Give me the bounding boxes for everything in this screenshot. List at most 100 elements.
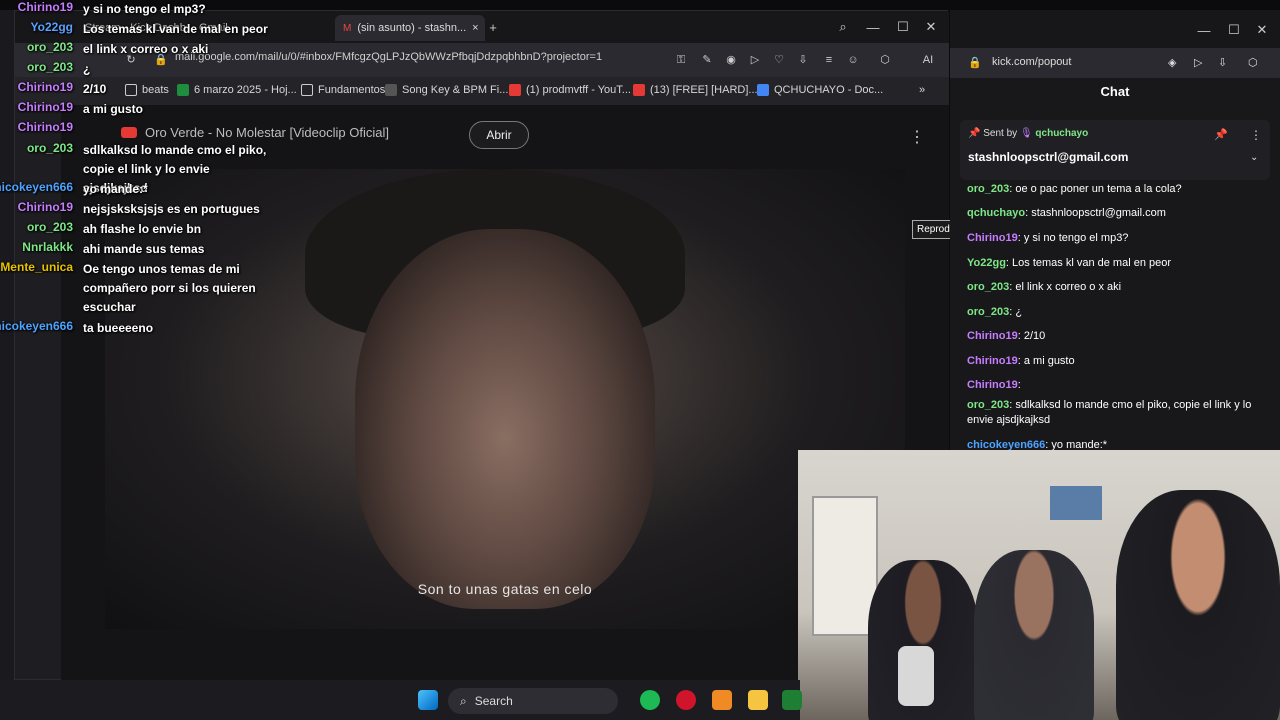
chat-text: el link x correo o x aki xyxy=(1015,281,1122,293)
overlay-chat-text: yo mande:* xyxy=(83,182,148,196)
cube-icon[interactable]: ⬡ xyxy=(1248,56,1258,69)
new-tab-icon[interactable]: + xyxy=(483,17,503,37)
download-icon[interactable]: ⇩ xyxy=(1218,56,1227,69)
file-explorer-icon[interactable] xyxy=(748,690,768,710)
taskbar-search[interactable]: ⌕ Search xyxy=(448,688,618,714)
bookmark-docs[interactable]: QCHUCHAYO - Doc... xyxy=(757,84,883,96)
windows-start-icon[interactable] xyxy=(418,690,438,710)
overlay-chat-username: oro_203 xyxy=(26,40,73,54)
minimize-icon[interactable]: — xyxy=(863,17,883,37)
close-icon[interactable]: ✕ xyxy=(1252,20,1272,40)
bookmark-songkey[interactable]: Song Key & BPM Fi... xyxy=(385,84,508,96)
chat-text: 2/10 xyxy=(1023,330,1046,342)
pin-icon: 📌 xyxy=(968,128,981,139)
chat-username[interactable]: Chirino19 xyxy=(967,355,1018,367)
overlay-chat-username: Chirino19 xyxy=(17,120,73,134)
site-icon xyxy=(385,84,397,96)
chat-username[interactable]: Chirino19 xyxy=(967,232,1018,244)
person-right xyxy=(1116,490,1280,720)
spotify-icon[interactable] xyxy=(640,690,660,710)
maximize-icon[interactable]: ☐ xyxy=(893,17,913,37)
chat-text: oe o pac poner un tema a la cola? xyxy=(1015,183,1182,195)
pinned-sent-by: Sent by xyxy=(983,128,1018,139)
bookmark-label: (13) [FREE] [HARD]... xyxy=(650,84,758,96)
unpin-icon[interactable]: 📌 xyxy=(1214,128,1228,141)
tab-label: (sin asunto) - stashn... xyxy=(357,22,467,34)
bookmark-fundamentos[interactable]: Fundamentos xyxy=(301,84,385,96)
chat-username[interactable]: chicokeyen666 xyxy=(967,439,1045,450)
overlay-chat-text: el link x correo o x aki xyxy=(83,42,209,56)
send-icon[interactable]: ▷ xyxy=(1194,56,1202,69)
cube-icon[interactable]: ⬡ xyxy=(877,52,893,68)
pinned-more-icon[interactable]: ⋮ xyxy=(1250,128,1262,142)
chat-text: ¿ xyxy=(1015,306,1023,318)
overlay-chat-username: Yo22gg xyxy=(30,20,73,34)
fl-studio-icon[interactable] xyxy=(712,690,732,710)
mic-icon: 🎙 xyxy=(1019,128,1033,139)
bookmark-youtube-1[interactable]: (1) prodmvtff - YouT... xyxy=(509,84,631,96)
chat-username[interactable]: Yo22gg xyxy=(967,257,1006,269)
edit-icon[interactable]: ✎ xyxy=(699,52,715,68)
overlay-chat-username: oro_203 xyxy=(26,60,73,74)
person-middle xyxy=(974,550,1094,720)
video-subtitle: Son to unas gatas en celo xyxy=(417,581,593,597)
folder-icon xyxy=(301,84,313,96)
overlay-chat-text: nejsjsksksjsjs es en portugues xyxy=(83,202,260,216)
chat-username[interactable]: oro_203 xyxy=(967,306,1009,318)
taskbar: ⌕ Search xyxy=(0,680,802,720)
chat-message-list: oro_203: oe o pac poner un tema a la col… xyxy=(950,176,1280,450)
camera-icon[interactable]: ◉ xyxy=(723,52,739,68)
chat-window-titlebar: — ☐ ✕ xyxy=(950,10,1280,48)
overlay-chat-text: ¿ xyxy=(83,62,91,76)
minimize-icon[interactable]: — xyxy=(1194,20,1214,40)
key-icon[interactable]: ⚿ xyxy=(673,52,689,68)
menu-list-icon[interactable]: ≡ xyxy=(821,52,837,68)
profile-icon[interactable]: ☺ xyxy=(845,52,861,68)
open-button[interactable]: Abrir xyxy=(469,121,529,149)
pinned-user[interactable]: qchuchayo xyxy=(1035,128,1088,139)
chat-username[interactable]: oro_203 xyxy=(967,281,1009,293)
chat-username[interactable]: Chirino19 xyxy=(967,330,1018,342)
chat-message: Chirino19: y si no tengo el mp3? xyxy=(967,231,1267,246)
bookmark-label: Fundamentos xyxy=(318,84,386,96)
overlay-chat-username: Nnrlakkk xyxy=(22,240,73,254)
close-tab-icon[interactable]: × xyxy=(472,22,478,34)
chat-separator: : xyxy=(1017,379,1021,391)
chat-message: oro_203: sdlkalksd lo mande cmo el piko,… xyxy=(967,398,1267,428)
close-icon[interactable]: ✕ xyxy=(921,17,941,37)
favorite-icon[interactable]: ♡ xyxy=(771,52,787,68)
chevron-down-icon[interactable]: ⌄ xyxy=(1250,152,1258,163)
webcam-feed xyxy=(798,450,1280,720)
chat-username[interactable]: oro_203 xyxy=(967,183,1009,195)
overlay-chat-text: Los temas kl van de mal en peor xyxy=(83,22,268,36)
overlay-chat-username: oro_203 xyxy=(26,220,73,234)
chat-message: qchuchayo: stashnloopsctrl@gmail.com xyxy=(967,206,1267,221)
xbox-icon[interactable] xyxy=(782,690,802,710)
download-icon[interactable]: ⇩ xyxy=(795,52,811,68)
chat-message: oro_203: oe o pac poner un tema a la col… xyxy=(967,182,1267,197)
video-header: Oro Verde - No Molestar [Videoclip Ofici… xyxy=(121,125,389,140)
more-options-icon[interactable]: ⋮ xyxy=(909,127,925,147)
send-icon[interactable]: ▷ xyxy=(747,52,763,68)
chat-username[interactable]: qchuchayo xyxy=(967,207,1025,219)
opera-icon[interactable] xyxy=(676,690,696,710)
shield-icon[interactable]: ◈ xyxy=(1168,56,1176,69)
maximize-icon[interactable]: ☐ xyxy=(1224,20,1244,40)
chat-text: y si no tengo el mp3? xyxy=(1023,232,1129,244)
bookmark-youtube-2[interactable]: (13) [FREE] [HARD]... xyxy=(633,84,758,96)
ai-button[interactable]: AI xyxy=(913,52,943,68)
pinned-text: stashnloopsctrl@gmail.com xyxy=(968,150,1129,164)
video-frame-face xyxy=(355,229,655,609)
chat-username[interactable]: Chirino19 xyxy=(967,379,1018,391)
overlay-chat-username: Chirino19 xyxy=(17,0,73,14)
bookmarks-more-icon[interactable]: » xyxy=(919,84,925,96)
taskbar-search-label: Search xyxy=(474,694,513,708)
chat-url[interactable]: kick.com/popout xyxy=(992,56,1071,68)
search-tabs-icon[interactable]: ⌕ xyxy=(833,17,853,37)
overlay-chat-text: y si no tengo el mp3? xyxy=(83,2,206,16)
overlay-chat-text: ta bueeeeno xyxy=(83,321,154,335)
chat-username[interactable]: oro_203 xyxy=(967,399,1009,411)
tab-active-email[interactable]: M (sin asunto) - stashn... × xyxy=(335,15,485,41)
overlay-chat-text: ahi mande sus temas xyxy=(83,242,205,256)
chat-text: Los temas kl van de mal en peor xyxy=(1012,257,1172,269)
